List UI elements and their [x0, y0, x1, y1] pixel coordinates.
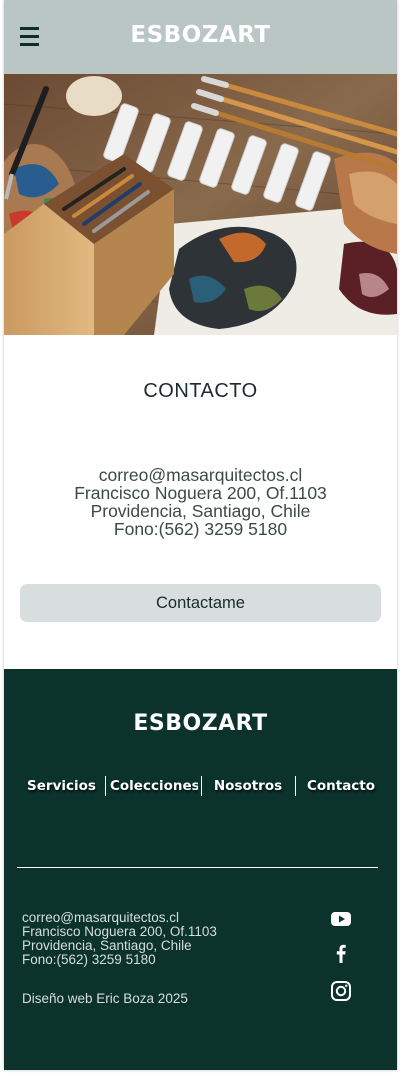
contact-button[interactable]: Contactame — [20, 584, 381, 622]
contact-address-line1: Francisco Noguera 200, Of.1103 — [74, 483, 327, 503]
instagram-icon[interactable] — [330, 980, 352, 1002]
footer-address-line2: Providencia, Santiago, Chile — [22, 938, 192, 953]
footer-nav: Servicios Colecciones Nosotros Contacto — [18, 775, 383, 797]
footer: ESBOZART Servicios Colecciones Nosotros … — [4, 669, 397, 1070]
contact-info: correo@masarquitectos.cl Francisco Nogue… — [4, 466, 397, 538]
contact-title: CONTACTO — [143, 380, 258, 402]
footer-divider — [17, 867, 378, 868]
nav-divider — [295, 776, 296, 796]
brand-logo[interactable]: ESBOZART — [4, 22, 397, 48]
page: ESBOZART CONTACTO correo@masarquitectos.… — [4, 0, 397, 1070]
footer-email[interactable]: correo@masarquitectos.cl — [22, 911, 217, 925]
footer-credit: Diseño web Eric Boza 2025 — [22, 991, 188, 1006]
youtube-icon[interactable] — [330, 908, 352, 930]
footer-nav-nosotros[interactable]: Nosotros — [204, 775, 292, 797]
footer-nav-colecciones[interactable]: Colecciones — [110, 775, 198, 797]
contact-email[interactable]: correo@masarquitectos.cl — [4, 466, 397, 484]
contact-phone[interactable]: Fono:(562) 3259 5180 — [4, 520, 397, 538]
footer-nav-contacto[interactable]: Contacto — [298, 775, 384, 797]
facebook-icon[interactable] — [330, 942, 352, 964]
footer-contact-info: correo@masarquitectos.cl Francisco Nogue… — [22, 911, 217, 967]
contact-address-line2: Providencia, Santiago, Chile — [90, 501, 311, 521]
top-header: ESBOZART — [4, 0, 397, 74]
footer-brand[interactable]: ESBOZART — [4, 711, 397, 736]
footer-phone[interactable]: Fono:(562) 3259 5180 — [22, 953, 217, 967]
hero-image — [4, 74, 397, 335]
footer-address-line1: Francisco Noguera 200, Of.1103 — [22, 924, 217, 939]
footer-nav-servicios[interactable]: Servicios — [18, 775, 105, 797]
nav-divider — [105, 776, 106, 796]
nav-divider — [201, 776, 202, 796]
